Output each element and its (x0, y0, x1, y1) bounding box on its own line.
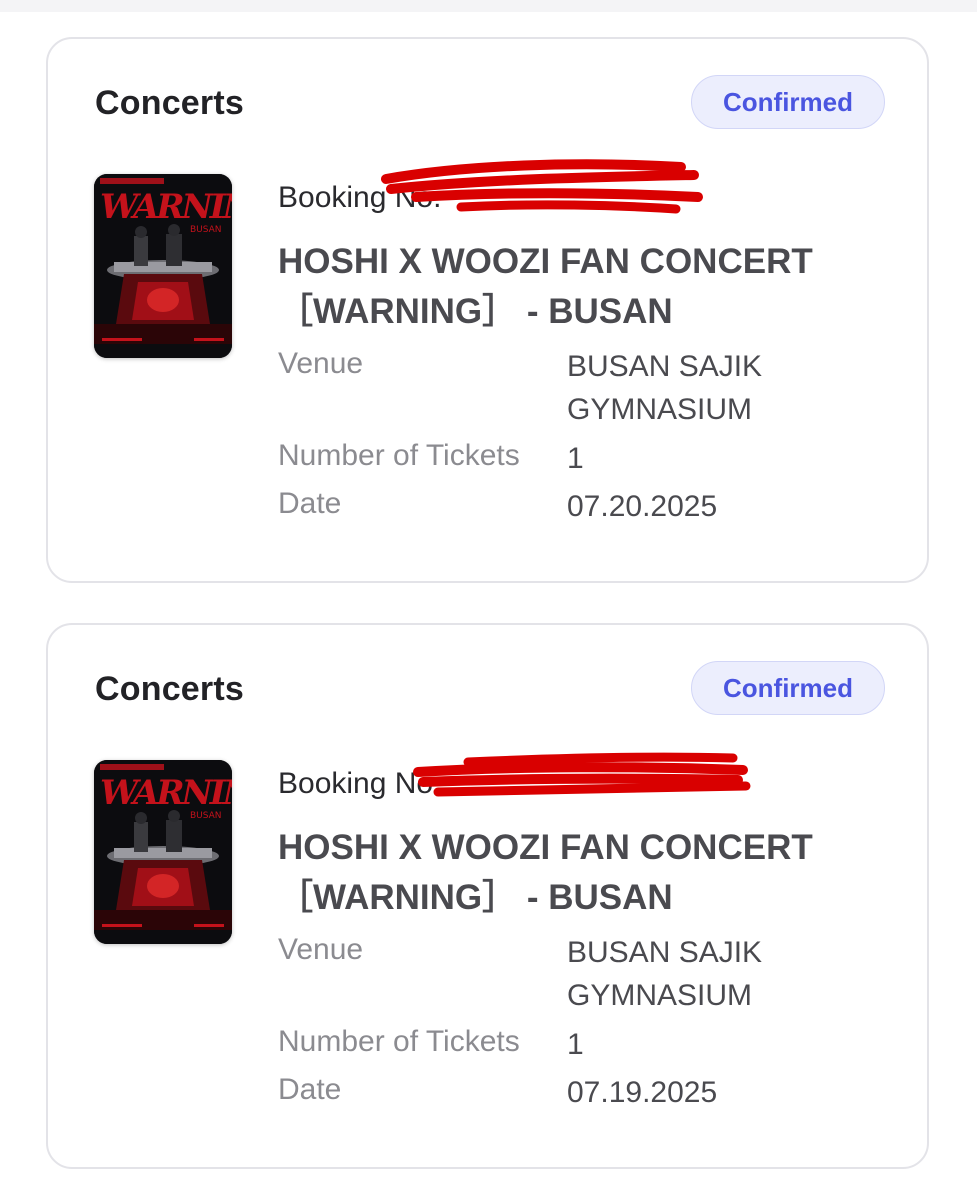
category-title: Concerts (95, 84, 244, 122)
status-badge: Confirmed (691, 75, 885, 129)
svg-text:BUSAN: BUSAN (190, 811, 222, 821)
event-title-line2: ［WARNING］ - BUSAN (278, 292, 673, 331)
venue-value: BUSAN SAJIK GYMNASIUM (567, 350, 763, 426)
category-title: Concerts (95, 670, 244, 708)
venue-value: BUSAN SAJIK GYMNASIUM (567, 936, 763, 1012)
booking-card[interactable]: Concerts Confirmed WARNING BUSAN Booking… (46, 37, 929, 583)
tickets-label: Number of Tickets (278, 1025, 520, 1058)
tickets-label: Number of Tickets (278, 439, 520, 472)
tickets-value: 1 (567, 1028, 584, 1061)
tickets-value: 1 (567, 442, 584, 475)
concert-poster-image[interactable]: WARNING BUSAN (94, 174, 232, 358)
date-label: Date (278, 1073, 342, 1106)
poster-title-text: WARNING (100, 187, 232, 227)
date-label: Date (278, 487, 342, 520)
event-title: HOSHI X WOOZI FAN CONCERT ［WARNING］ - BU… (278, 237, 898, 337)
top-status-strip (0, 0, 977, 12)
venue-label: Venue (278, 933, 364, 966)
event-title-line1: HOSHI X WOOZI FAN CONCERT (278, 828, 813, 867)
poster-title-text: WARNING (100, 773, 232, 813)
status-badge: Confirmed (691, 661, 885, 715)
event-title-line1: HOSHI X WOOZI FAN CONCERT (278, 242, 813, 281)
svg-text:BUSAN: BUSAN (190, 225, 222, 235)
concert-poster-image[interactable]: WARNING BUSAN (94, 760, 232, 944)
venue-label: Venue (278, 347, 364, 380)
redaction-scribble (413, 752, 751, 797)
booking-number-label: Booking No. (278, 181, 442, 214)
date-value: 07.20.2025 (567, 490, 718, 523)
booking-card[interactable]: Concerts Confirmed WARNING BUSAN Booking… (46, 623, 929, 1169)
booking-number-label: Booking No. (278, 767, 442, 800)
event-title-line2: ［WARNING］ - BUSAN (278, 878, 673, 917)
event-title: HOSHI X WOOZI FAN CONCERT ［WARNING］ - BU… (278, 823, 898, 923)
date-value: 07.19.2025 (567, 1076, 718, 1109)
